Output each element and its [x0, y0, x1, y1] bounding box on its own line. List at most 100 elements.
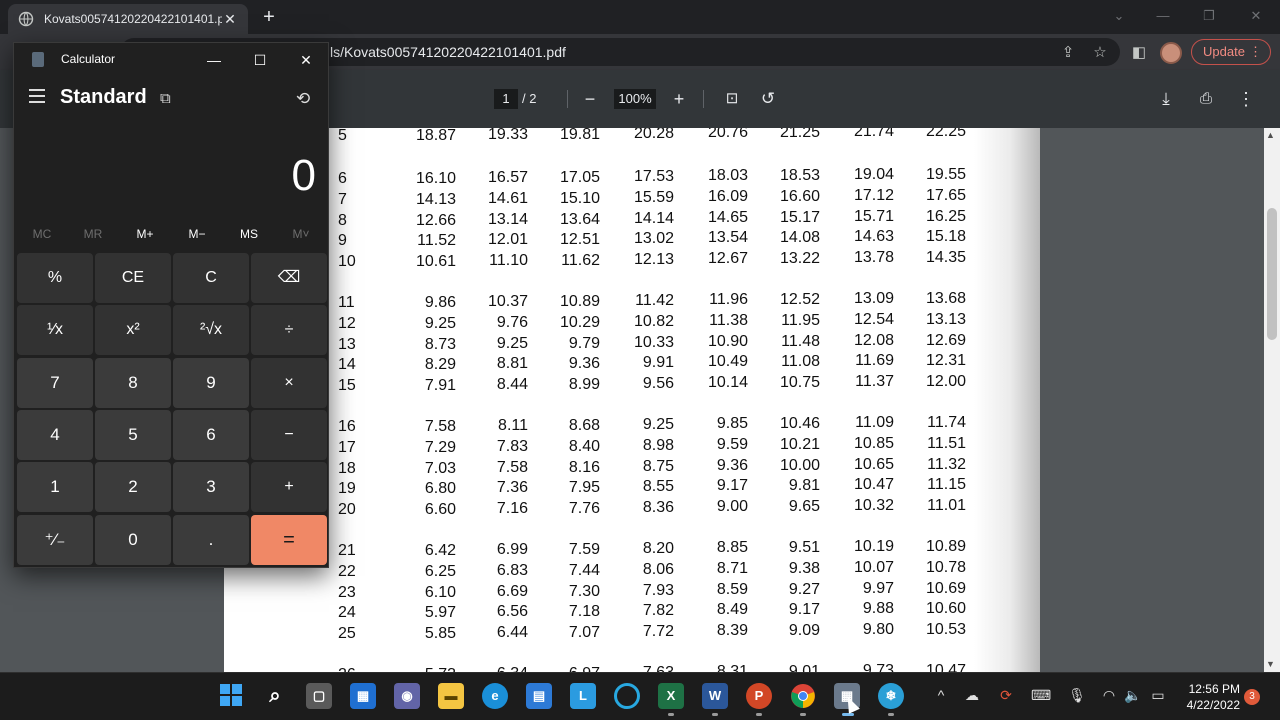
table-cell: 11.51	[927, 435, 966, 452]
onedrive-icon[interactable]: ☁	[962, 687, 982, 704]
table-cell: 13.09	[853, 290, 894, 307]
calc-minimize-icon[interactable]: —	[194, 47, 234, 73]
rotate-icon[interactable]: ↺	[756, 87, 780, 111]
memory-button[interactable]: M−	[175, 227, 219, 241]
share-icon[interactable]: ⇪	[1057, 42, 1079, 64]
memory-button[interactable]: MR	[71, 227, 115, 241]
percent-button[interactable]: %	[17, 253, 93, 303]
table-cell: 8.71	[716, 560, 748, 577]
tab-search-icon[interactable]: ⌄	[1097, 4, 1141, 28]
zoom-out-icon[interactable]: −	[578, 87, 602, 111]
more-options-icon[interactable]: ⋮	[1234, 87, 1258, 111]
powerpoint-icon[interactable]: P	[746, 683, 772, 709]
microsoft-store-icon[interactable]: ▤	[526, 683, 552, 709]
chrome-icon[interactable]	[790, 683, 816, 709]
task-view-icon[interactable]: ▢	[306, 683, 332, 709]
table-cell: 20.76	[707, 128, 748, 141]
lens-app-icon[interactable]: L	[570, 683, 596, 709]
calc-close-icon[interactable]: ✕	[286, 47, 326, 73]
square-root-button[interactable]: ²√x	[173, 305, 249, 355]
calculator-window[interactable]: Calculator — ☐ ✕ Standard ⧉ ⟲ 0 MC MR M+ M−…	[13, 42, 329, 568]
excel-icon[interactable]: X	[658, 683, 684, 709]
toolbar-divider	[703, 90, 704, 108]
table-cell: 6.34	[497, 665, 528, 672]
digit-9-button[interactable]: 9	[173, 358, 249, 408]
digit-5-button[interactable]: 5	[95, 410, 171, 460]
add-button[interactable]: +	[251, 462, 327, 512]
negate-button[interactable]: ⁺⁄₋	[17, 515, 93, 565]
taskbar-clock[interactable]: 12:56 PM 4/22/2022	[1178, 681, 1240, 713]
multiply-button[interactable]: ×	[251, 358, 327, 408]
reciprocal-button[interactable]: ¹⁄x	[17, 305, 93, 355]
restore-icon[interactable]: ❐	[1187, 4, 1231, 28]
scroll-up-icon[interactable]: ▲	[1266, 130, 1275, 140]
digit-1-button[interactable]: 1	[17, 462, 93, 512]
clear-entry-button[interactable]: CE	[95, 253, 171, 303]
widgets-icon[interactable]: ▦	[350, 683, 376, 709]
memory-button[interactable]: MS	[227, 227, 271, 241]
page-number-input[interactable]: 1	[494, 89, 518, 109]
scroll-down-icon[interactable]: ▼	[1266, 659, 1275, 669]
clear-button[interactable]: C	[173, 253, 249, 303]
bookmark-star-icon[interactable]: ☆	[1089, 42, 1111, 64]
memory-button[interactable]: M+	[123, 227, 167, 241]
decimal-button[interactable]: .	[173, 515, 249, 565]
update-button[interactable]: Update ⋮	[1191, 39, 1271, 65]
sync-icon[interactable]: ⟳	[996, 687, 1016, 704]
digit-3-button[interactable]: 3	[173, 462, 249, 512]
table-cell: 9.51	[788, 539, 820, 556]
download-icon[interactable]: ⤓	[1154, 87, 1178, 111]
keep-on-top-icon[interactable]: ⧉	[160, 90, 171, 107]
backspace-button[interactable]: ⌫	[251, 253, 327, 303]
minimize-icon[interactable]: —	[1141, 4, 1185, 28]
browser-tab[interactable]: Kovats00574120220422101401.pdf ✕	[8, 4, 248, 34]
scrollbar-thumb[interactable]	[1267, 208, 1277, 340]
table-cell: 20.28	[633, 128, 674, 142]
history-icon[interactable]: ⟲	[296, 89, 310, 109]
row-label: 7	[338, 191, 347, 208]
hamburger-menu-icon[interactable]	[29, 89, 45, 103]
edge-icon[interactable]: e	[482, 683, 508, 709]
fit-page-icon[interactable]: ⊡	[720, 87, 744, 111]
table-cell: 9.36	[568, 355, 600, 372]
equals-button[interactable]: =	[251, 515, 327, 565]
teams-chat-icon[interactable]: ◉	[394, 683, 420, 709]
show-hidden-icons-icon[interactable]: ^	[934, 687, 948, 703]
square-button[interactable]: x²	[95, 305, 171, 355]
close-window-icon[interactable]: ✕	[1234, 4, 1278, 28]
digit-4-button[interactable]: 4	[17, 410, 93, 460]
digit-2-button[interactable]: 2	[95, 462, 171, 512]
notification-badge[interactable]: 3	[1244, 689, 1260, 705]
digit-6-button[interactable]: 6	[173, 410, 249, 460]
memory-button[interactable]: M˅	[279, 227, 323, 241]
battery-icon[interactable]: ▭	[1148, 687, 1168, 704]
keyboard-icon[interactable]: ⌨	[1031, 687, 1051, 704]
divide-button[interactable]: ÷	[251, 305, 327, 355]
zoom-in-icon[interactable]: +	[667, 87, 691, 111]
table-cell: 10.60	[925, 600, 966, 617]
table-cell: 8.44	[496, 376, 528, 393]
digit-0-button[interactable]: 0	[95, 515, 171, 565]
windows-start-icon[interactable]	[218, 683, 244, 709]
zoom-input[interactable]: 100%	[614, 89, 656, 109]
new-tab-button[interactable]: +	[256, 6, 282, 30]
file-explorer-icon[interactable]: ▬	[438, 683, 464, 709]
table-cell: 10.78	[925, 559, 966, 576]
digit-8-button[interactable]: 8	[95, 358, 171, 408]
microphone-icon[interactable]: 🎙	[1068, 687, 1086, 704]
calc-maximize-icon[interactable]: ☐	[240, 47, 280, 73]
wifi-icon[interactable]: ◠	[1100, 687, 1118, 704]
memory-button[interactable]: MC	[20, 227, 64, 241]
word-icon[interactable]: W	[702, 683, 728, 709]
cortana-icon[interactable]	[614, 683, 640, 709]
table-cell: 11.10	[489, 252, 528, 269]
subtract-button[interactable]: −	[251, 410, 327, 460]
side-panel-icon[interactable]: ◧	[1128, 42, 1150, 64]
print-icon[interactable]: ⎙	[1194, 87, 1218, 111]
snowflake-app-icon[interactable]: ❄	[878, 683, 904, 709]
profile-avatar[interactable]	[1160, 42, 1182, 64]
volume-icon[interactable]: 🔈	[1124, 687, 1142, 704]
search-icon[interactable]: ⌕	[262, 683, 288, 709]
tab-close-icon[interactable]: ✕	[222, 11, 238, 28]
digit-7-button[interactable]: 7	[17, 358, 93, 408]
